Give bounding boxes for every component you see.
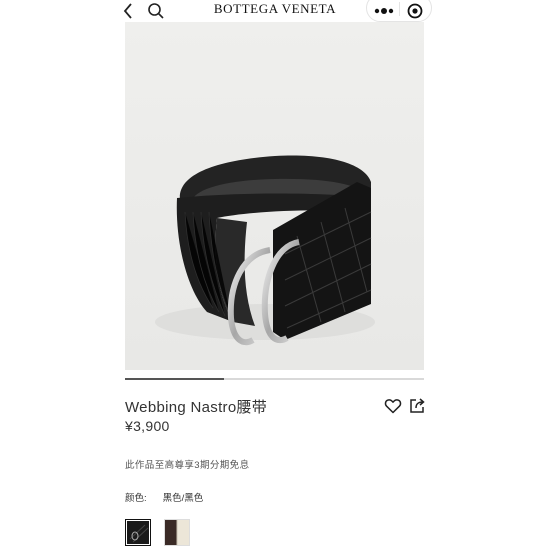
- swatch-black-image: [127, 521, 149, 544]
- heart-icon: [384, 399, 402, 414]
- close-miniapp-button[interactable]: [402, 0, 428, 22]
- gallery-progress-track: [125, 378, 424, 380]
- product-name: Webbing Nastro腰带: [125, 399, 268, 416]
- swatch-brown[interactable]: [164, 519, 190, 546]
- share-icon: [410, 398, 425, 413]
- belt-illustration: [125, 22, 424, 370]
- product-price: ¥3,900: [125, 418, 170, 434]
- brand-title: BOTTEGA VENETA: [213, 1, 337, 16]
- more-dots-icon: [374, 8, 394, 14]
- more-button[interactable]: [370, 0, 398, 22]
- color-row: 颜色: 黑色/黑色: [125, 490, 203, 504]
- share-button[interactable]: [408, 397, 426, 415]
- product-image[interactable]: [125, 22, 424, 370]
- target-icon: [407, 3, 423, 19]
- capsule-divider: [399, 2, 400, 16]
- search-button[interactable]: [144, 0, 168, 22]
- swatch-brown-image: [165, 520, 189, 545]
- search-icon: [148, 3, 164, 19]
- chevron-left-icon: [123, 3, 132, 19]
- favorite-button[interactable]: [384, 397, 402, 415]
- installment-note: 此作品至高尊享3期分期免息: [125, 460, 250, 471]
- color-label: 颜色:: [125, 493, 147, 504]
- swatch-black[interactable]: [125, 519, 151, 546]
- back-button[interactable]: [118, 0, 138, 22]
- gallery-progress-indicator: [125, 378, 224, 380]
- color-value: 黑色/黑色: [162, 493, 204, 504]
